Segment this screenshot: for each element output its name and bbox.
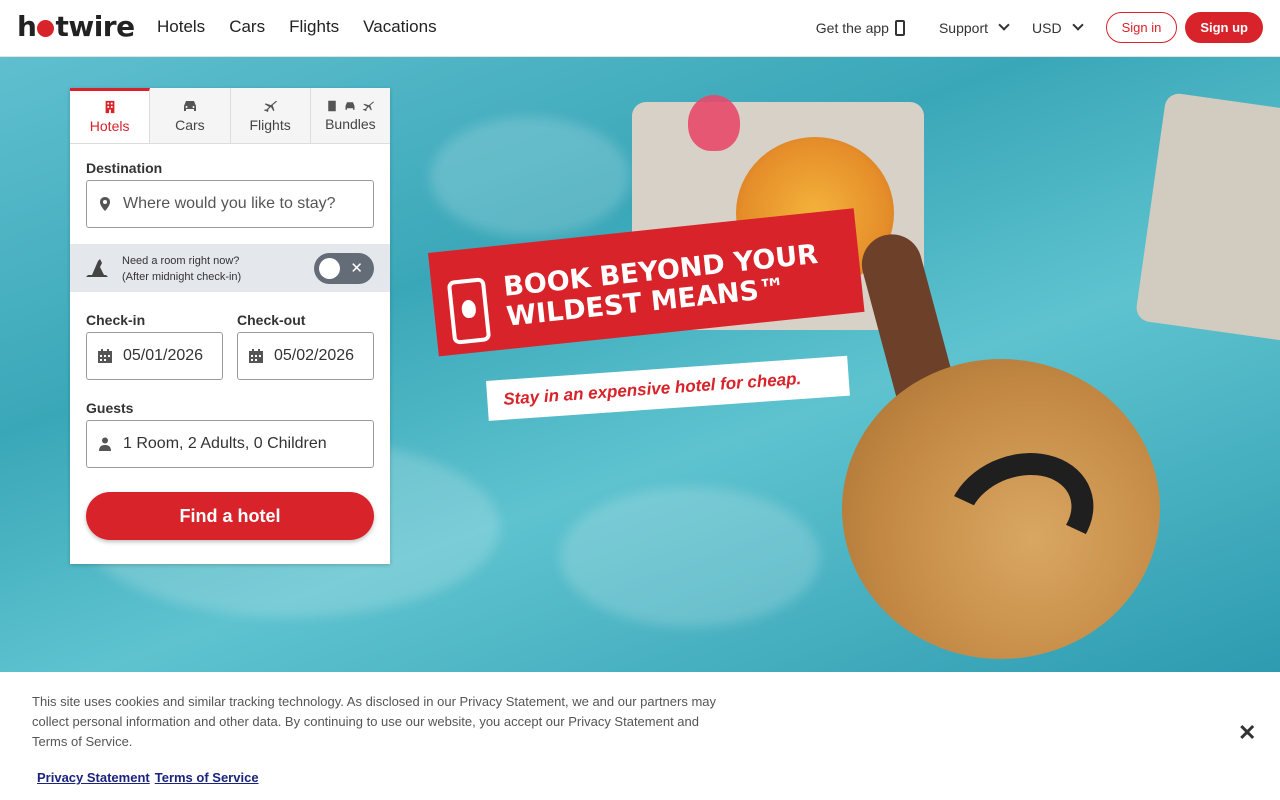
close-icon[interactable]: ✕: [1238, 722, 1256, 744]
calendar-icon: [249, 349, 263, 363]
nav-flights[interactable]: Flights: [289, 17, 339, 37]
promo-subtitle-box: Stay in an expensive hotel for cheap.: [486, 355, 850, 421]
stone-table: [1134, 91, 1280, 343]
header-right-nav: Get the app Support USD Sign in Sign up: [816, 12, 1263, 43]
currency-label: USD: [1032, 19, 1062, 36]
destination-label: Destination: [86, 160, 163, 176]
late-night-toggle[interactable]: ✕: [314, 253, 374, 284]
tab-hotels[interactable]: Hotels: [70, 88, 151, 143]
drink-glass: [688, 95, 740, 151]
support-label: Support: [938, 19, 989, 36]
tab-cars[interactable]: Cars: [150, 88, 231, 143]
close-icon: ✕: [350, 260, 363, 277]
late-night-row: Need a room right now? (After midnight c…: [70, 244, 390, 292]
hotwire-logo[interactable]: h twire: [17, 10, 135, 43]
plane-icon: [363, 101, 375, 111]
currency-menu[interactable]: USD: [1032, 18, 1084, 36]
car-icon: [345, 101, 355, 110]
destination-placeholder: Where would you like to stay?: [123, 195, 336, 212]
nav-cars[interactable]: Cars: [229, 17, 265, 37]
cookie-links: Privacy Statement Terms of Service: [37, 770, 259, 785]
checkin-value: 05/01/2026: [123, 347, 204, 364]
tab-bundles[interactable]: Bundles: [310, 88, 390, 143]
tab-cars-label: Cars: [175, 116, 205, 133]
get-app-label: Get the app: [815, 19, 889, 36]
guests-value: 1 Room, 2 Adults, 0 Children: [123, 435, 327, 452]
destination-field[interactable]: Where would you like to stay?: [86, 180, 374, 228]
promo-subtitle: Stay in an expensive hotel for cheap.: [502, 369, 802, 409]
checkout-field[interactable]: 05/02/2026: [237, 332, 374, 380]
logo-text-part1: h: [17, 10, 37, 43]
get-app-link[interactable]: Get the app: [815, 19, 905, 36]
cookie-banner: This site uses cookies and similar track…: [0, 672, 1280, 800]
car-icon: [183, 100, 196, 111]
building-icon: [328, 100, 337, 111]
tab-bundles-label: Bundles: [325, 115, 376, 132]
building-icon: [105, 100, 114, 114]
calendar-icon: [98, 349, 112, 363]
late-night-line2: (After midnight check-in): [122, 271, 242, 283]
find-hotel-button[interactable]: Find a hotel: [86, 492, 374, 540]
checkin-field[interactable]: 05/01/2026: [86, 332, 223, 380]
checkout-value: 05/02/2026: [274, 347, 355, 364]
cookie-message: This site uses cookies and similar track…: [32, 694, 717, 749]
tab-hotels-label: Hotels: [89, 118, 130, 134]
toggle-knob: [319, 258, 340, 279]
chevron-down-icon: [998, 18, 1010, 31]
privacy-statement-link[interactable]: Privacy Statement: [37, 770, 150, 785]
phone-flame-icon: [446, 277, 492, 345]
tab-flights[interactable]: Flights: [230, 88, 311, 143]
nav-vacations[interactable]: Vacations: [363, 17, 436, 37]
tab-flights-label: Flights: [249, 116, 291, 133]
support-menu[interactable]: Support: [938, 18, 1010, 36]
checkout-label: Check-out: [237, 312, 306, 328]
water-ripple: [430, 117, 630, 237]
logo-text-part2: twire: [55, 10, 135, 43]
terms-of-service-link[interactable]: Terms of Service: [155, 770, 259, 785]
map-pin-icon: [100, 197, 110, 211]
late-night-line1: Need a room right now?: [122, 255, 240, 267]
checkin-label: Check-in: [86, 312, 146, 328]
person-icon: [99, 437, 111, 451]
search-tabs: Hotels Cars Flights Bundles: [70, 88, 390, 144]
late-night-text: Need a room right now? (After midnight c…: [122, 253, 241, 285]
guests-label: Guests: [86, 400, 134, 416]
main-nav: Hotels Cars Flights Vacations: [157, 17, 437, 37]
sign-up-button[interactable]: Sign up: [1185, 12, 1263, 43]
water-ripple: [560, 487, 820, 627]
search-card: Hotels Cars Flights Bundles Destination …: [70, 88, 390, 564]
chevron-down-icon: [1071, 18, 1084, 31]
witch-hat-icon: [86, 259, 108, 277]
top-header: h twire Hotels Cars Flights Vacations Ge…: [0, 0, 1280, 57]
plane-icon: [264, 100, 278, 112]
phone-icon: [894, 19, 905, 36]
nav-hotels[interactable]: Hotels: [157, 17, 205, 37]
bundle-icons: [326, 100, 375, 112]
guests-field[interactable]: 1 Room, 2 Adults, 0 Children: [86, 420, 374, 468]
sign-in-button[interactable]: Sign in: [1105, 12, 1178, 43]
logo-dot: [37, 20, 55, 37]
